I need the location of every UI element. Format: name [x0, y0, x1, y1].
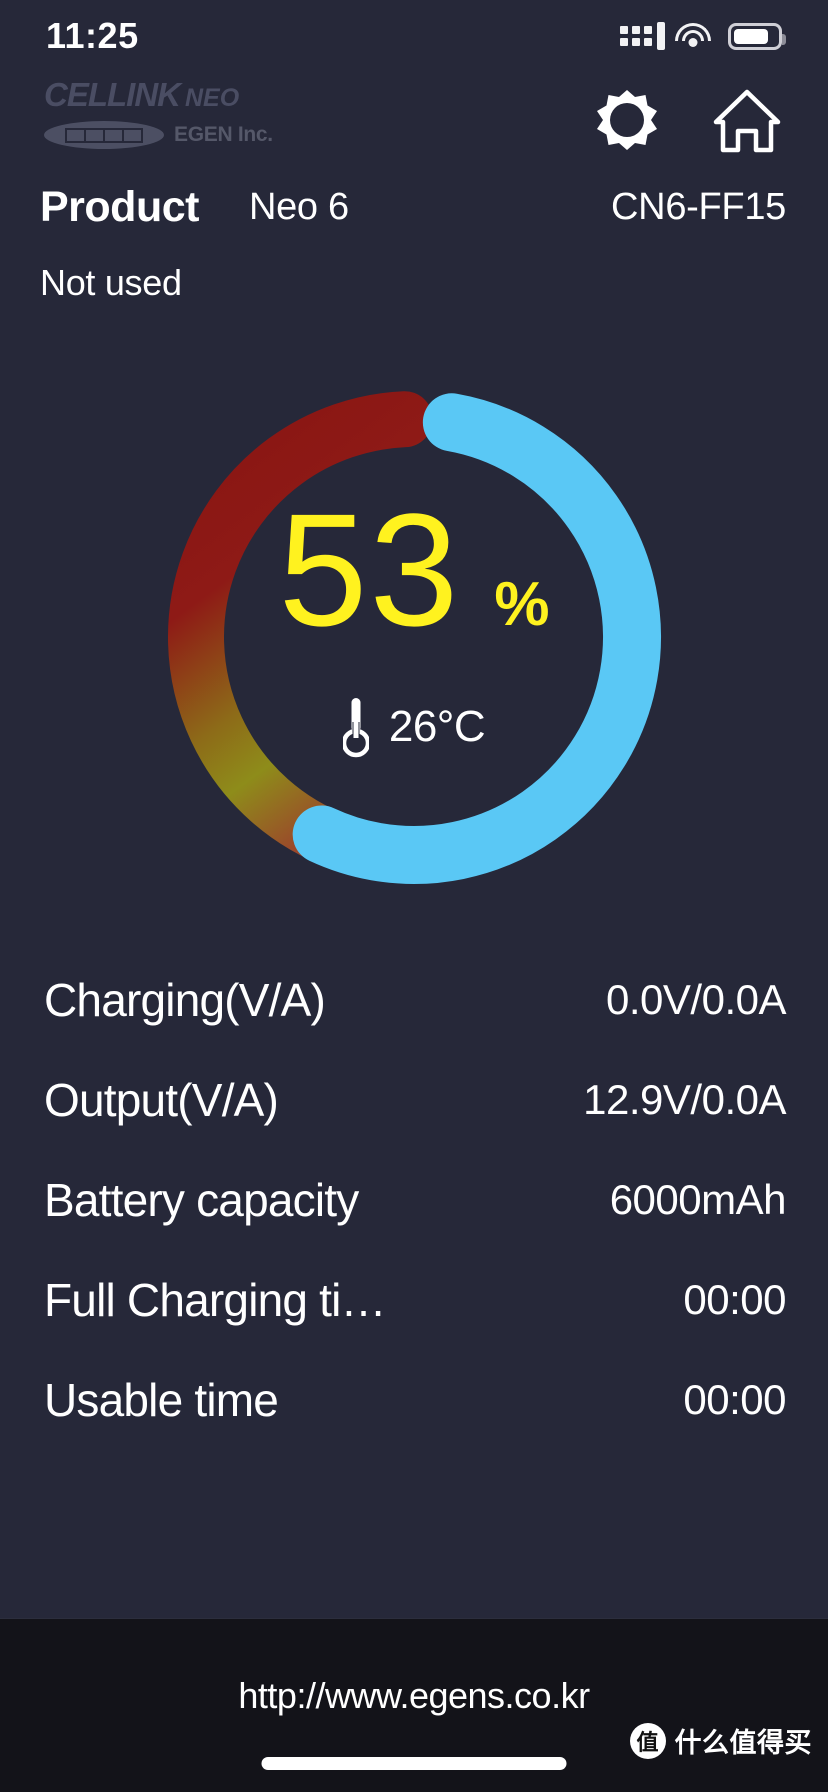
product-model: Neo 6	[248, 185, 349, 228]
row-value: 12.9V/0.0A	[583, 1076, 786, 1123]
table-row: Full Charging ti… 00:00	[0, 1250, 828, 1350]
row-label: Output(V/A)	[44, 1074, 279, 1126]
brand-logo: CELLINK NEO EGEN Inc.	[44, 78, 273, 149]
wifi-icon	[675, 23, 711, 49]
home-indicator[interactable]	[261, 1757, 567, 1770]
battery-gauge: 53 % 26°C	[149, 372, 679, 902]
battery-icon	[728, 22, 786, 50]
table-row: Battery capacity 6000mAh	[0, 1150, 828, 1250]
row-value: 6000mAh	[609, 1176, 787, 1223]
product-row: Product Neo 6 CN6-FF15	[0, 176, 828, 238]
footer-url[interactable]: http://www.egens.co.kr	[0, 1675, 828, 1717]
row-value: 00:00	[683, 1276, 786, 1323]
table-row: Output(V/A) 12.9V/0.0A	[0, 1050, 828, 1150]
footer-bar: http://www.egens.co.kr 值 什么值得买	[0, 1618, 828, 1792]
row-label: Charging(V/A)	[44, 974, 326, 1026]
gear-icon[interactable]	[592, 86, 662, 156]
status-bar-clock: 11:25	[46, 15, 139, 56]
gauge-center-readout: 53 % 26°C	[149, 372, 679, 902]
product-serial: CN6-FF15	[611, 185, 786, 228]
watermark-badge-icon: 值	[629, 1722, 666, 1759]
brand-name-main: CELLINK	[44, 76, 181, 113]
percent-value: 53	[278, 480, 461, 659]
brand-wordmark: CELLINK NEO	[44, 78, 273, 111]
usage-state: Not used	[40, 262, 182, 303]
company-name: EGEN Inc.	[174, 123, 273, 146]
table-row: Usable time 00:00	[0, 1350, 828, 1450]
signal-dots-icon	[620, 22, 665, 50]
status-bar: 11:25	[0, 0, 828, 72]
percent-row: 53 %	[278, 480, 550, 659]
table-row: Charging(V/A) 0.0V/0.0A	[0, 950, 828, 1050]
header-actions	[592, 86, 782, 156]
watermark-text: 什么值得买	[674, 1728, 812, 1758]
brand-name-sub: NEO	[185, 84, 240, 112]
company-row: EGEN Inc.	[44, 121, 273, 149]
row-label: Battery capacity	[44, 1174, 359, 1226]
details-list: Charging(V/A) 0.0V/0.0A Output(V/A) 12.9…	[0, 950, 828, 1450]
row-label: Full Charging ti…	[44, 1274, 387, 1326]
status-bar-icons	[620, 22, 786, 50]
row-value: 0.0V/0.0A	[606, 976, 786, 1023]
egen-logo-icon	[44, 121, 164, 149]
watermark: 值 什么值得买	[629, 1721, 813, 1760]
percent-sign: %	[494, 570, 550, 639]
app-screen: 11:25 CELLINK NEO EGEN Inc. Product Neo …	[0, 0, 828, 1792]
product-label: Product	[40, 182, 199, 231]
home-icon[interactable]	[712, 86, 782, 156]
row-label: Usable time	[44, 1374, 279, 1426]
thermometer-icon	[341, 696, 371, 758]
temperature-row: 26°C	[341, 696, 486, 758]
temperature-value: 26°C	[388, 702, 486, 751]
row-value: 00:00	[683, 1376, 786, 1423]
